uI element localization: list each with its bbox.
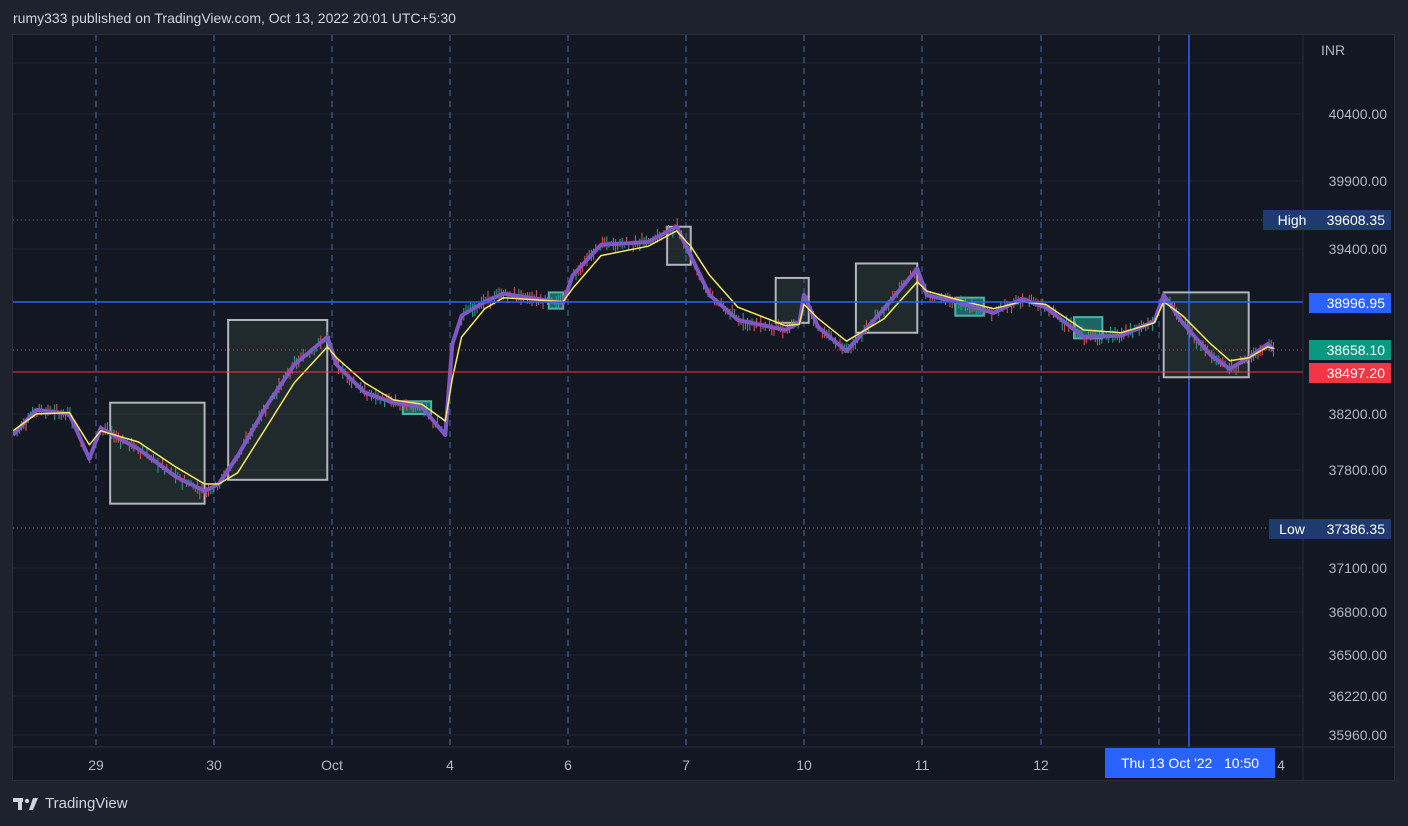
x-tick-label: 10 [796, 757, 812, 773]
x-tick-label: 4 [446, 757, 454, 773]
y-tick-label: 39400.00 [1329, 241, 1388, 257]
y-tick-label: 36800.00 [1329, 604, 1388, 620]
x-tick-label: 6 [564, 757, 572, 773]
y-tick-label: 40400.00 [1329, 106, 1388, 122]
publisher-header: rumy333 published on TradingView.com, Oc… [13, 10, 456, 26]
y-tick-label: 35960.00 [1329, 727, 1388, 743]
zone-box [109, 401, 206, 505]
x-tick-label: 30 [206, 757, 222, 773]
tradingview-brand[interactable]: TradingView [13, 795, 128, 812]
last-price-label: 38658.10 [1309, 340, 1391, 360]
y-tick-label: 39900.00 [1329, 173, 1388, 189]
crosshair-time-label: Thu 13 Oct '22 10:50 [1105, 748, 1275, 778]
footer-brand-text: TradingView [45, 795, 128, 812]
zone-boxes [109, 225, 1250, 505]
horizontal-lines[interactable] [13, 219, 1303, 529]
high-value-label: 39608.35 [1309, 210, 1391, 230]
x-tick-label: Oct [321, 757, 343, 773]
y-tick-label: 38200.00 [1329, 406, 1388, 422]
x-tick-label: 7 [682, 757, 690, 773]
y-tick-label: 37800.00 [1329, 462, 1388, 478]
axes: 40400.00 39900.00 39400.00 38200.00 37800.00… [13, 35, 1394, 780]
zone-box [227, 318, 329, 481]
zone-box [854, 262, 919, 334]
price-chart[interactable]: 40400.00 39900.00 39400.00 38200.00 37800.00… [13, 35, 1394, 780]
low-value-label: 37386.35 [1309, 519, 1391, 539]
tradingview-logo-icon [13, 797, 38, 810]
grid-lines [13, 62, 1303, 736]
y-tick-label: 36500.00 [1329, 647, 1388, 663]
x-tick-label: 11 [915, 757, 930, 773]
currency-label: INR [1321, 42, 1345, 58]
chart-frame[interactable]: 40400.00 39900.00 39400.00 38200.00 37800.00… [12, 34, 1395, 781]
y-tick-label: 37100.00 [1329, 560, 1388, 576]
red-line-price-label: 38497.20 [1309, 363, 1391, 383]
x-tick-label: 29 [88, 757, 104, 773]
y-tick-label: 36220.00 [1329, 688, 1388, 704]
blue-line-price-label: 38996.95 [1309, 293, 1391, 313]
x-tick-label: 4 [1277, 757, 1285, 773]
x-tick-label: 12 [1033, 757, 1049, 773]
